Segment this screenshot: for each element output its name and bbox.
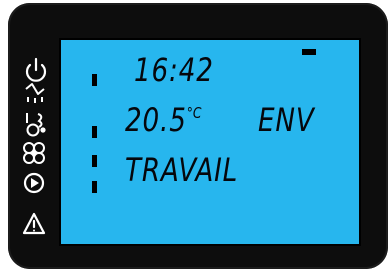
temperature-unit: °C xyxy=(186,104,202,122)
thermostat-device: 16:42 20.5°C ENV TRAVAIL xyxy=(8,3,388,269)
play-icon xyxy=(23,172,45,194)
clock-display: 16:42 xyxy=(134,51,214,89)
left-segment-indicator xyxy=(92,181,97,193)
status-display: TRAVAIL xyxy=(125,151,239,189)
status-icon-column xyxy=(8,3,58,269)
left-segment-indicator xyxy=(92,74,97,86)
temperature-value: 20.5 xyxy=(125,101,187,139)
left-segment-indicator xyxy=(92,126,97,138)
power-icon xyxy=(25,57,47,82)
top-segment-indicator xyxy=(302,49,316,55)
left-segment-indicator xyxy=(92,155,97,167)
mode-display: ENV xyxy=(258,101,315,139)
heater-icon xyxy=(25,83,45,103)
warning-icon xyxy=(22,212,46,235)
ventilation-icon xyxy=(26,113,46,137)
fan-icon xyxy=(23,142,45,164)
lcd-screen: 16:42 20.5°C ENV TRAVAIL xyxy=(59,38,361,246)
temperature-display: 20.5°C xyxy=(125,104,201,136)
